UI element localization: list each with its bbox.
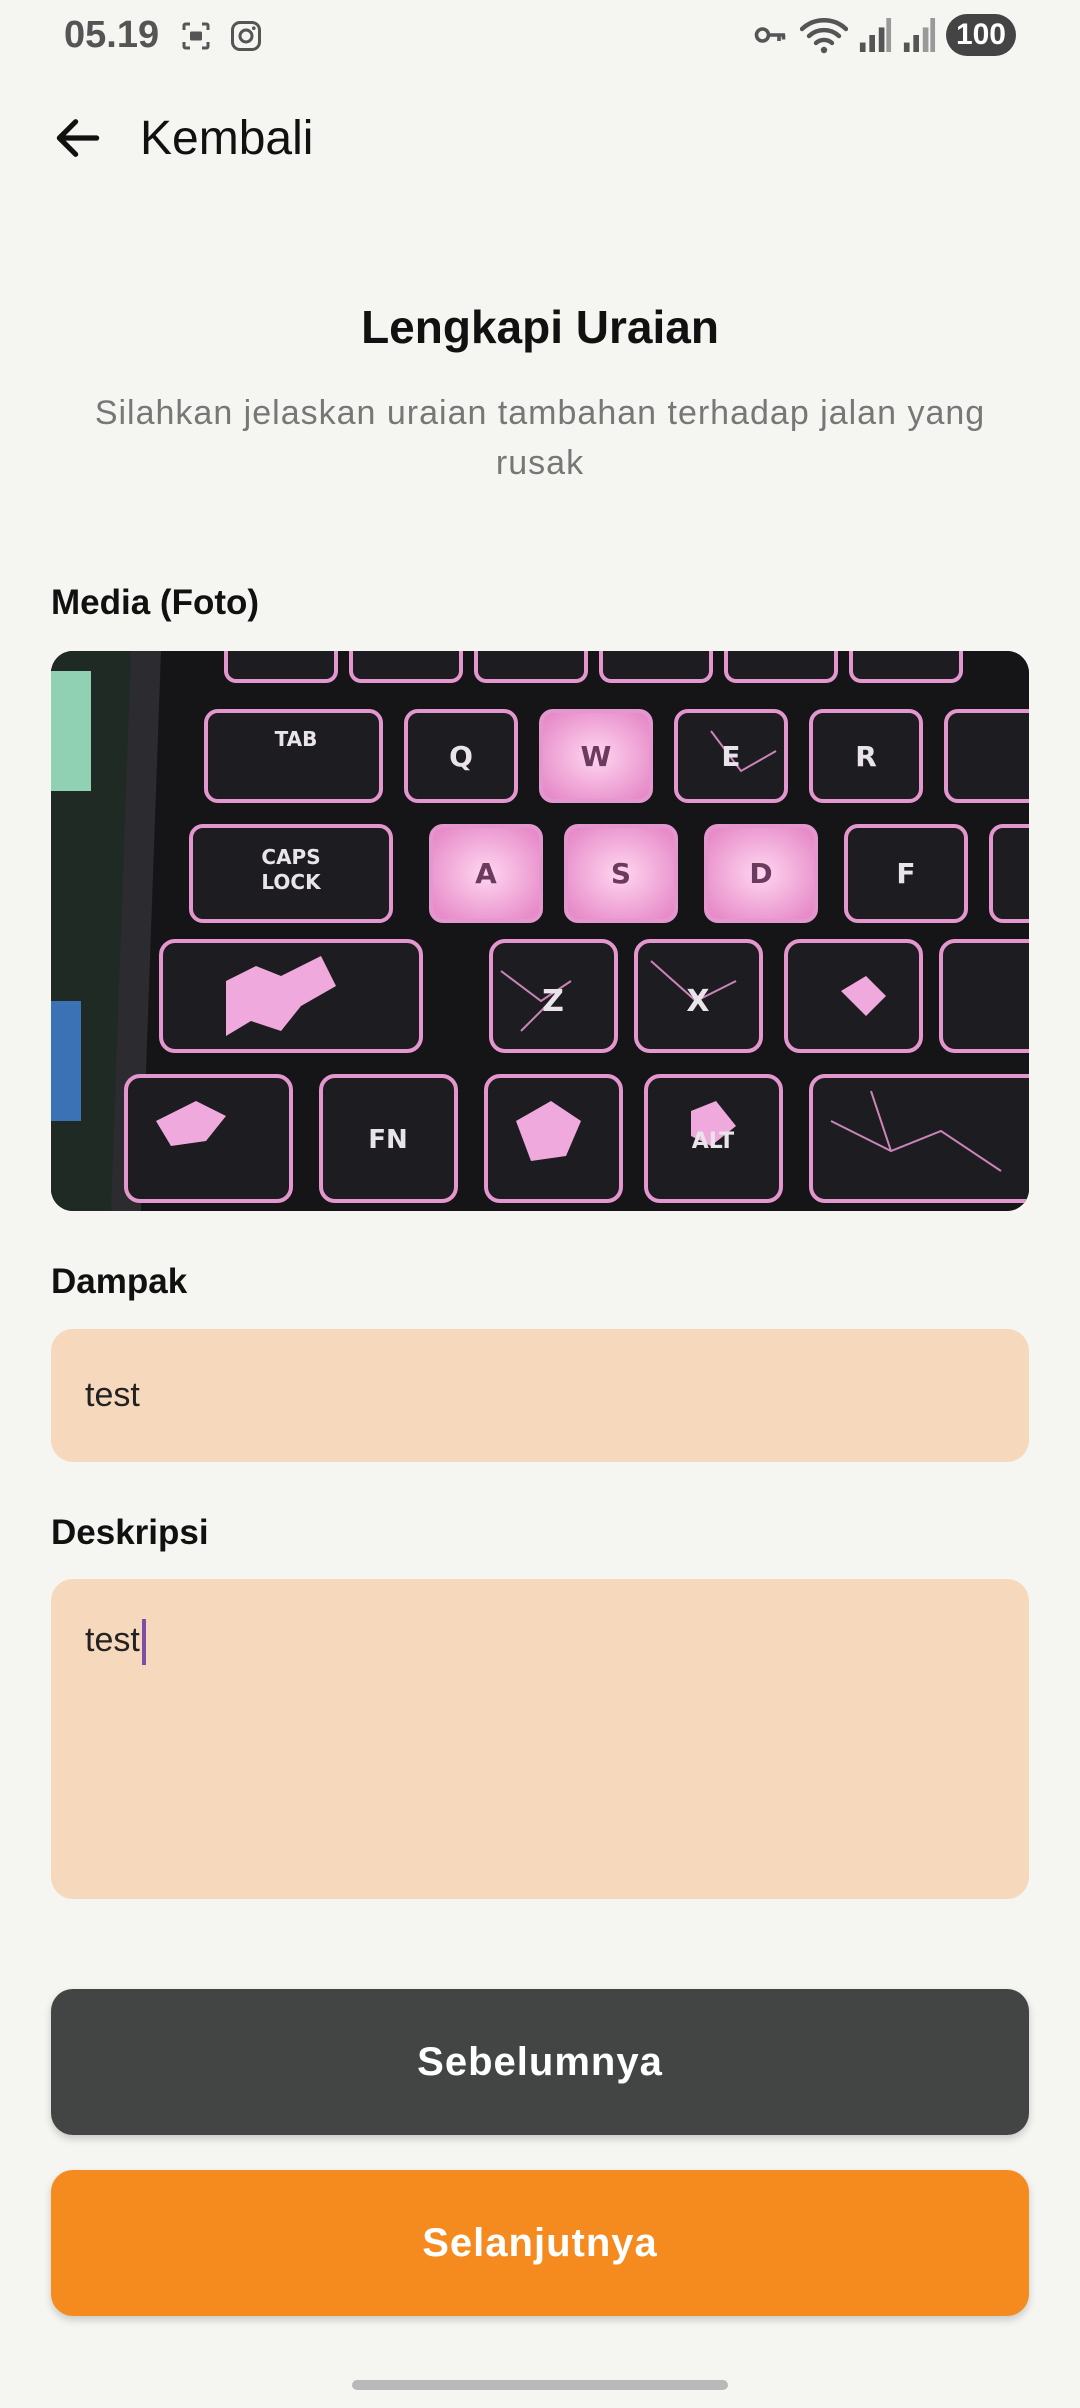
media-photo[interactable]: TAB Q W E R CAPS LOCK A S D F Z X FN ALT bbox=[51, 651, 1029, 1211]
status-bar: 05.19 100 bbox=[0, 0, 1080, 72]
svg-text:CAPS: CAPS bbox=[261, 845, 320, 869]
svg-text:FN: FN bbox=[368, 1125, 408, 1155]
dampak-input[interactable]: test bbox=[51, 1329, 1029, 1462]
vpn-key-icon bbox=[754, 27, 786, 43]
signal-icon bbox=[903, 18, 935, 52]
arrow-left-icon bbox=[56, 119, 100, 157]
deskripsi-textarea[interactable]: test bbox=[51, 1579, 1029, 1899]
deskripsi-label: Deskripsi bbox=[51, 1513, 209, 1552]
media-label: Media (Foto) bbox=[51, 583, 260, 622]
svg-text:X: X bbox=[686, 984, 709, 1019]
status-left-icons bbox=[178, 18, 264, 54]
svg-text:TAB: TAB bbox=[275, 727, 318, 751]
instagram-icon bbox=[231, 21, 261, 51]
wifi-icon bbox=[799, 18, 848, 54]
svg-text:F: F bbox=[896, 857, 915, 890]
text-cursor bbox=[141, 1619, 146, 1665]
svg-text:A: A bbox=[475, 857, 497, 890]
deskripsi-value: test bbox=[85, 1620, 140, 1659]
dampak-label: Dampak bbox=[51, 1262, 188, 1301]
signal-icon bbox=[859, 18, 891, 52]
keyboard-photo-image: TAB Q W E R CAPS LOCK A S D F Z X FN ALT bbox=[51, 651, 1029, 1211]
next-button[interactable]: Selanjutnya bbox=[51, 2170, 1029, 2316]
dampak-value: test bbox=[85, 1376, 140, 1414]
back-button[interactable]: Kembali bbox=[50, 110, 313, 166]
svg-text:S: S bbox=[611, 857, 631, 890]
svg-text:W: W bbox=[581, 740, 612, 773]
back-label: Kembali bbox=[140, 111, 314, 165]
svg-text:LOCK: LOCK bbox=[261, 870, 322, 894]
page-title: Lengkapi Uraian bbox=[361, 301, 719, 353]
status-right-icons: 100 bbox=[750, 14, 1016, 56]
svg-text:ALT: ALT bbox=[692, 1129, 734, 1154]
screen: 05.19 100 Kembali Lengkapi Uraian Silahk… bbox=[0, 0, 1080, 2408]
svg-text:D: D bbox=[749, 857, 772, 890]
page-subtitle: Silahkan jelaskan uraian tambahan terhad… bbox=[94, 394, 986, 482]
svg-text:R: R bbox=[855, 740, 877, 773]
svg-text:Z: Z bbox=[542, 984, 564, 1019]
svg-text:E: E bbox=[721, 740, 740, 773]
screenshot-icon bbox=[182, 22, 210, 50]
svg-text:Q: Q bbox=[449, 740, 473, 773]
previous-button[interactable]: Sebelumnya bbox=[51, 1989, 1029, 2135]
battery-indicator: 100 bbox=[945, 14, 1016, 56]
home-indicator[interactable] bbox=[352, 2380, 728, 2390]
status-time: 05.19 bbox=[64, 14, 160, 56]
